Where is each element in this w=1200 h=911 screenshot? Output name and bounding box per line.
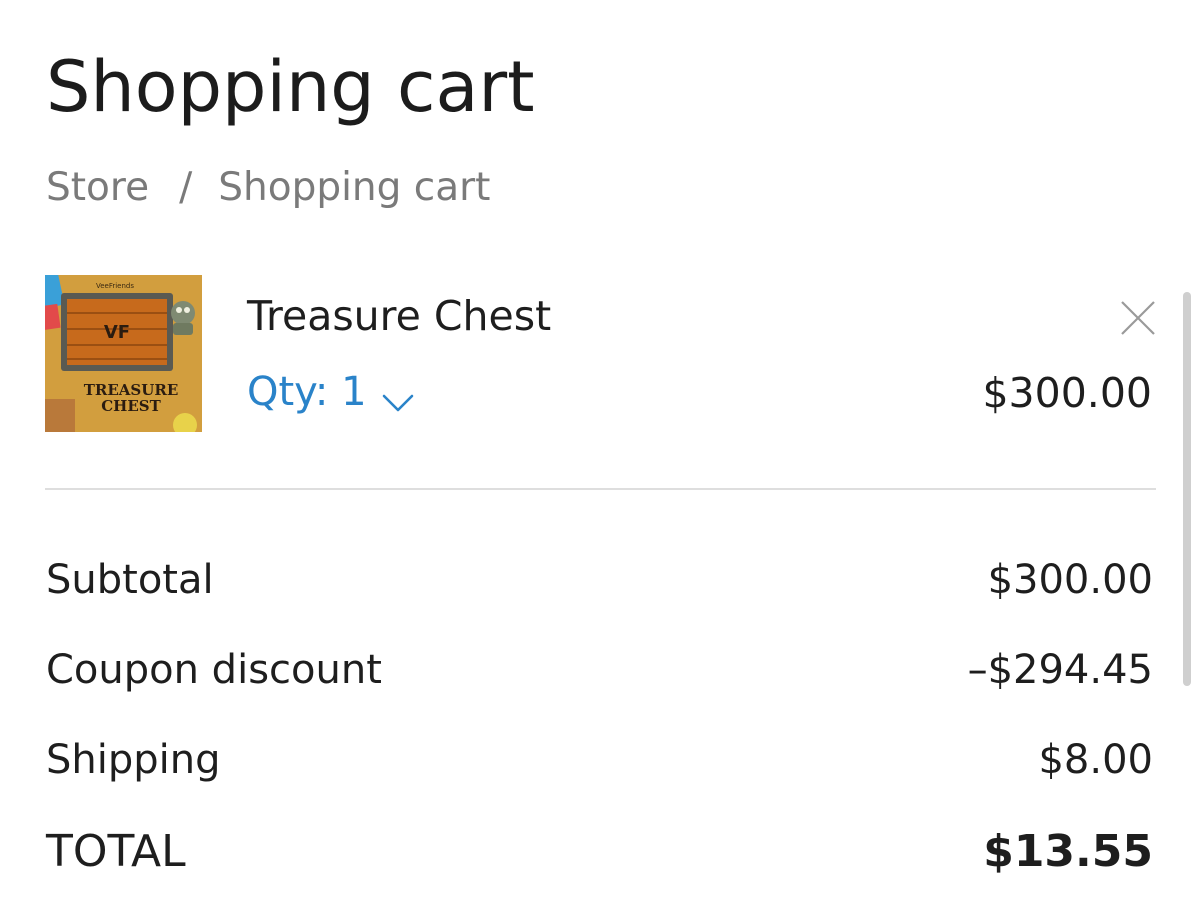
coupon-discount-row: Coupon discount –$294.45 (46, 650, 1153, 690)
breadcrumb: Store / Shopping cart (46, 168, 490, 207)
remove-item-button[interactable] (1120, 300, 1156, 336)
product-image-logo: VF (104, 322, 130, 343)
product-image-caption-line2: CHEST (101, 397, 161, 415)
chevron-down-icon (381, 381, 415, 412)
cart-item-price: $300.00 (982, 369, 1152, 417)
total-label: TOTAL (46, 826, 186, 877)
subtotal-label: Subtotal (46, 557, 214, 603)
scrollbar[interactable] (1183, 292, 1191, 686)
shipping-value: $8.00 (1038, 737, 1153, 783)
breadcrumb-store-link[interactable]: Store (46, 165, 149, 210)
page-title: Shopping cart (46, 46, 535, 128)
subtotal-row: Subtotal $300.00 (46, 560, 1153, 600)
close-icon (1121, 301, 1155, 335)
product-image[interactable]: VeeFriends VF TREASURE CHEST (45, 275, 202, 432)
cart-item-title[interactable]: Treasure Chest (247, 296, 551, 337)
total-value: $13.55 (983, 826, 1153, 877)
divider (45, 488, 1156, 490)
breadcrumb-separator: / (179, 165, 193, 210)
qty-label: Qty: 1 (247, 369, 367, 415)
qty-dropdown[interactable]: Qty: 1 (247, 372, 415, 412)
total-row: TOTAL $13.55 (46, 830, 1153, 874)
breadcrumb-current: Shopping cart (218, 165, 491, 210)
product-image-brand-text: VeeFriends (96, 282, 134, 290)
subtotal-value: $300.00 (987, 557, 1153, 603)
coupon-discount-label: Coupon discount (46, 647, 382, 693)
shipping-row: Shipping $8.00 (46, 740, 1153, 780)
coupon-discount-value: –$294.45 (967, 647, 1153, 693)
shipping-label: Shipping (46, 737, 221, 783)
